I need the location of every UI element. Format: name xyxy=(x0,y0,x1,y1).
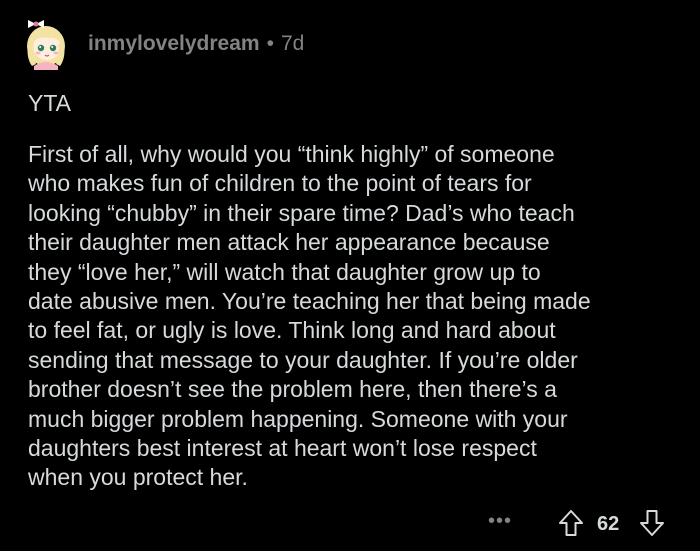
comment-body-line: their daughter men attack her appearance… xyxy=(28,229,550,256)
comment-body-line: daughters best interest at heart won’t l… xyxy=(28,435,537,462)
comment-body-line: who makes fun of children to the point o… xyxy=(28,170,532,197)
arrow-up-outline-icon xyxy=(559,510,583,536)
comment-actions: ••• 62 xyxy=(0,508,700,542)
avatar[interactable] xyxy=(18,14,74,70)
downvote-button[interactable] xyxy=(638,508,666,538)
comment-body: First of all, why would you “think highl… xyxy=(28,140,680,493)
meta-separator: • xyxy=(266,32,274,55)
arrow-down-outline-icon xyxy=(640,510,664,536)
comment-body-line: brother doesn’t see the problem here, th… xyxy=(28,376,557,403)
username[interactable]: inmylovelydream xyxy=(88,32,260,56)
comment-body-line: they “love her,” will watch that daughte… xyxy=(28,258,541,285)
comment-body-line: to feel fat, or ugly is love. Think long… xyxy=(28,317,556,344)
comment-header: inmylovelydream • 7d xyxy=(18,14,304,70)
more-options-button[interactable]: ••• xyxy=(488,510,512,533)
comment-body-line: date abusive men. You’re teaching her th… xyxy=(28,288,591,315)
comment-body-line: much bigger problem happening. Someone w… xyxy=(28,405,568,432)
comment-meta: inmylovelydream • 7d xyxy=(88,32,304,56)
comment-body-line: First of all, why would you “think highl… xyxy=(28,141,555,167)
avatar-illustration-icon xyxy=(27,20,65,70)
comment-body-line: looking “chubby” in their spare time? Da… xyxy=(28,199,575,226)
comment-age: 7d xyxy=(280,32,305,55)
comment-body-line: sending that message to your daughter. I… xyxy=(28,346,578,373)
comment: inmylovelydream • 7d YTA First of all, w… xyxy=(0,0,700,551)
comment-verdict: YTA xyxy=(28,90,72,116)
vote-score: 62 xyxy=(597,513,620,535)
upvote-button[interactable] xyxy=(557,508,585,538)
comment-body-line: when you protect her. xyxy=(28,464,248,491)
